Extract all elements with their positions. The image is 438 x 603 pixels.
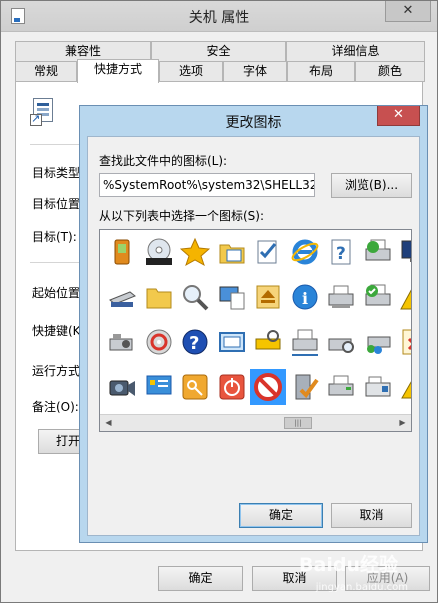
svg-text:?: ? <box>336 244 346 264</box>
dialog-body: 查找此文件中的图标(L): %SystemRoot%\system32\SHEL… <box>87 136 420 536</box>
printer-fax-icon[interactable] <box>323 369 359 405</box>
watermark-url: jingyan.baidu.com <box>315 582 408 593</box>
tab-options[interactable]: 选项 <box>159 61 223 82</box>
title-bar[interactable]: 关机 属性 ✕ <box>1 1 437 32</box>
target-location-label: 目标位置 <box>32 197 81 211</box>
server-check-icon[interactable] <box>287 369 323 405</box>
key-icon[interactable] <box>177 369 213 405</box>
browse-button[interactable]: 浏览(B)... <box>331 173 412 198</box>
window-close-button[interactable]: ✕ <box>385 1 431 22</box>
computer-document-icon[interactable] <box>214 279 250 315</box>
tab-general[interactable]: 常规 <box>15 61 77 82</box>
start-in-label: 起始位置 <box>32 286 81 300</box>
error-document-icon[interactable] <box>396 324 411 360</box>
help-icon[interactable]: ? <box>177 324 213 360</box>
star-icon[interactable] <box>177 234 213 270</box>
eject-icon[interactable] <box>250 279 286 315</box>
tab-colors[interactable]: 颜色 <box>355 61 425 82</box>
horizontal-scrollbar[interactable]: ◀ ||| ▶ <box>100 414 411 431</box>
icon-file-path-input[interactable]: %SystemRoot%\system32\SHELL32.dll <box>99 173 315 197</box>
dialog-cancel-button[interactable]: 取消 <box>331 503 412 528</box>
comment-label: 备注(O): <box>32 400 79 414</box>
watermark-logo: Baidu经验 <box>299 554 398 576</box>
tab-details[interactable]: 详细信息 <box>286 41 425 62</box>
icon-list-label: 从以下列表中选择一个图标(S): <box>99 209 265 223</box>
network-printer-icon[interactable] <box>287 324 323 360</box>
printer-go-icon[interactable] <box>360 234 396 270</box>
checklist-icon[interactable] <box>250 234 286 270</box>
printer-users-icon[interactable] <box>360 324 396 360</box>
magnifier-icon[interactable] <box>177 279 213 315</box>
icon-list[interactable]: ? i? ◀ ||| ▶ <box>99 229 412 432</box>
svg-text:?: ? <box>189 333 199 354</box>
phone-icon[interactable] <box>104 234 140 270</box>
screen-icon[interactable] <box>214 324 250 360</box>
help-document-icon[interactable]: ? <box>323 234 359 270</box>
ok-button[interactable]: 确定 <box>158 566 243 591</box>
printer-search-icon[interactable] <box>323 324 359 360</box>
tab-row-2: 常规 快捷方式 选项 字体 布局 颜色 <box>15 59 425 83</box>
shortcut-key-label: 快捷键(K <box>32 324 81 338</box>
shortcut-icon <box>30 98 56 128</box>
scroll-left-arrow[interactable]: ◀ <box>100 415 117 431</box>
dvd-rw-icon[interactable] <box>141 234 177 270</box>
svg-text:i: i <box>302 289 308 308</box>
change-icon-dialog: 更改图标 ✕ 查找此文件中的图标(L): %SystemRoot%\system… <box>79 105 428 543</box>
printer-check-icon[interactable] <box>360 279 396 315</box>
info-icon[interactable]: i <box>287 279 323 315</box>
fax-machine-icon[interactable] <box>360 369 396 405</box>
file-label: 查找此文件中的图标(L): <box>99 154 228 168</box>
cd-rom-icon[interactable] <box>141 324 177 360</box>
scroll-thumb[interactable]: ||| <box>284 417 312 429</box>
window-title: 关机 属性 <box>188 10 250 26</box>
internet-explorer-icon[interactable] <box>287 234 323 270</box>
dialog-title: 更改图标 <box>225 115 282 131</box>
camcorder-icon[interactable] <box>104 369 140 405</box>
tab-font[interactable]: 字体 <box>223 61 287 82</box>
control-panel-icon[interactable] <box>141 369 177 405</box>
tab-shortcut[interactable]: 快捷方式 <box>77 59 159 83</box>
dialog-close-button[interactable]: ✕ <box>377 106 420 126</box>
dialog-ok-button[interactable]: 确定 <box>239 503 323 528</box>
warning-small-icon[interactable] <box>396 369 411 405</box>
monitor-icon[interactable] <box>396 234 411 270</box>
folder-icon[interactable] <box>141 279 177 315</box>
no-entry-icon[interactable] <box>250 369 286 405</box>
target-type-label: 目标类型 <box>32 166 81 180</box>
target-label: 目标(T): <box>32 230 77 244</box>
fax-printer-icon[interactable] <box>323 279 359 315</box>
scanner-icon[interactable] <box>104 279 140 315</box>
tab-security[interactable]: 安全 <box>151 41 286 62</box>
tab-layout[interactable]: 布局 <box>287 61 355 82</box>
warning-icon[interactable] <box>396 279 411 315</box>
power-icon[interactable] <box>214 369 250 405</box>
scroll-right-arrow[interactable]: ▶ <box>394 415 411 431</box>
run-label: 运行方式 <box>32 364 81 378</box>
key-device-icon[interactable] <box>250 324 286 360</box>
projector-icon[interactable] <box>104 324 140 360</box>
folder-calendar-icon[interactable] <box>214 234 250 270</box>
